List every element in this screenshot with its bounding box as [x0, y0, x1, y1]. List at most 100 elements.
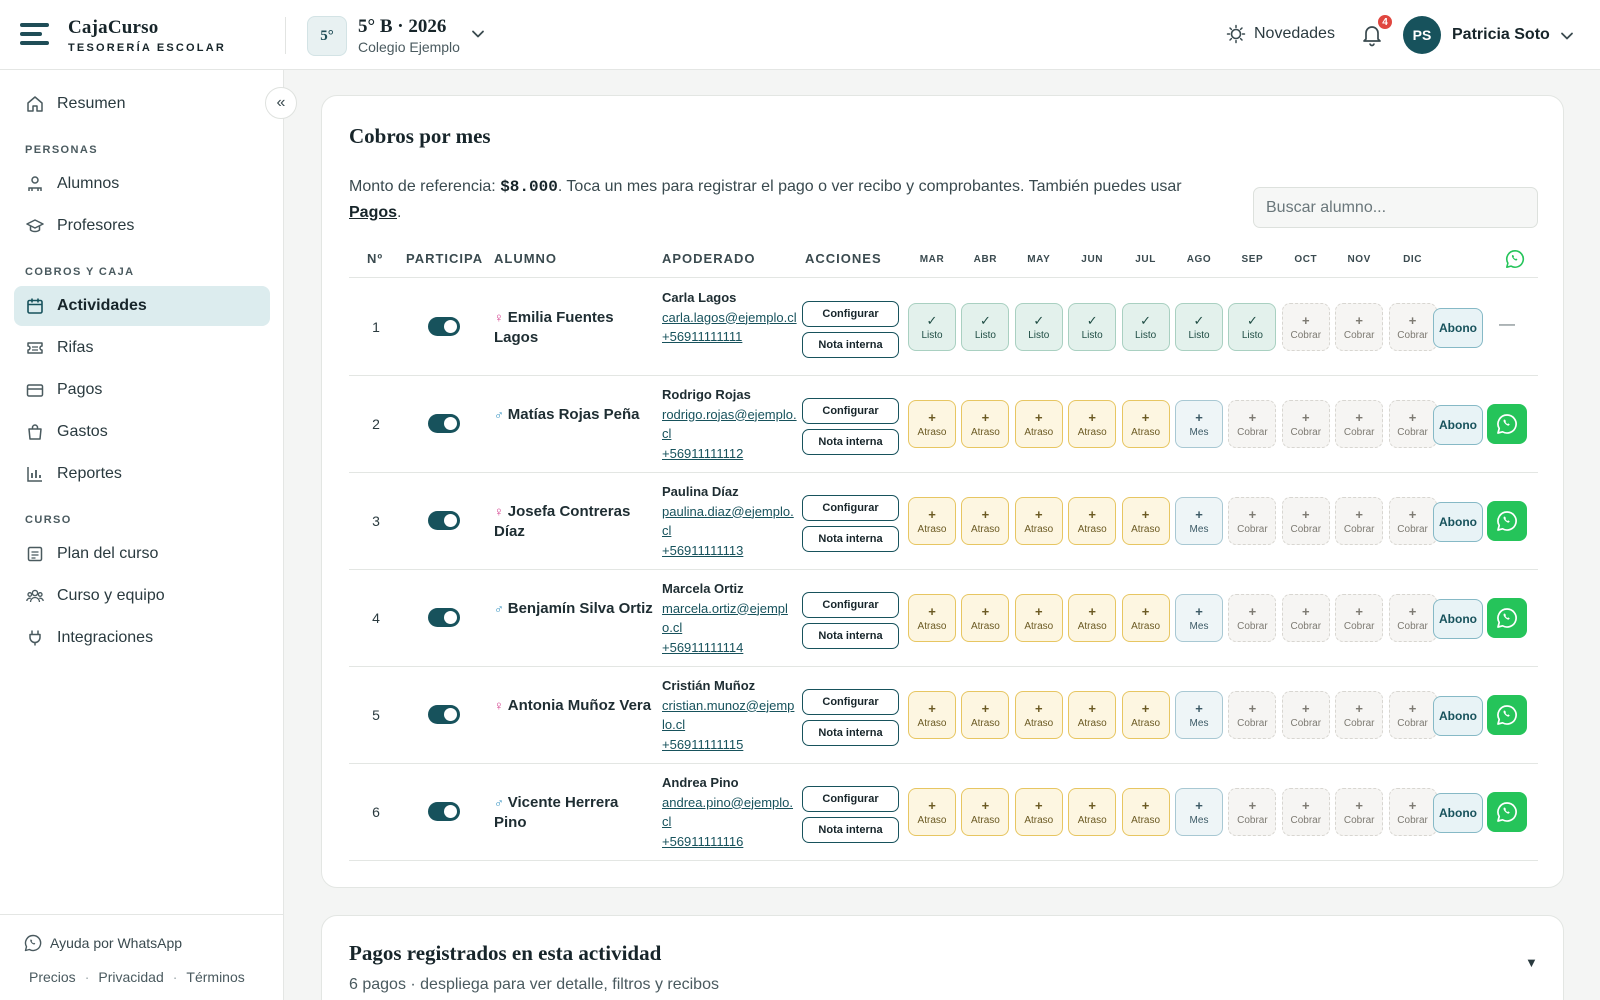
participa-toggle[interactable] [428, 414, 460, 433]
month-cell-ok[interactable]: ✓ Listo [1068, 303, 1117, 351]
internal-note-button[interactable]: Nota interna [802, 623, 899, 649]
guardian-email[interactable]: cristian.munoz@ejemplo.cl [662, 696, 797, 735]
configure-button[interactable]: Configurar [802, 592, 899, 618]
month-cell-due[interactable]: + Cobrar [1335, 400, 1384, 448]
guardian-phone[interactable]: +56911111111 [662, 327, 797, 347]
month-cell-due[interactable]: + Cobrar [1228, 788, 1277, 836]
abono-button[interactable]: Abono [1433, 599, 1483, 639]
terms-link[interactable]: Términos [186, 969, 244, 985]
month-cell-due[interactable]: + Cobrar [1281, 400, 1330, 448]
avatar[interactable]: PS [1403, 16, 1441, 54]
month-cell-late[interactable]: + Atraso [961, 400, 1010, 448]
guardian-phone[interactable]: +56911111112 [662, 444, 797, 464]
guardian-email[interactable]: rodrigo.rojas@ejemplo.cl [662, 405, 797, 444]
internal-note-button[interactable]: Nota interna [802, 526, 899, 552]
month-cell-mes[interactable]: + Mes [1175, 497, 1223, 545]
guardian-phone[interactable]: +56911111114 [662, 638, 797, 658]
internal-note-button[interactable]: Nota interna [802, 720, 899, 746]
month-cell-due[interactable]: + Cobrar [1388, 497, 1437, 545]
month-cell-late[interactable]: + Atraso [1121, 691, 1170, 739]
whatsapp-button[interactable] [1487, 501, 1527, 541]
month-cell-late[interactable]: + Atraso [961, 497, 1010, 545]
news-button[interactable]: Novedades [1226, 24, 1335, 44]
pricing-link[interactable]: Precios [29, 969, 76, 985]
guardian-phone[interactable]: +56911111116 [662, 832, 797, 852]
privacy-link[interactable]: Privacidad [98, 969, 163, 985]
month-cell-late[interactable]: + Atraso [1014, 691, 1063, 739]
abono-button[interactable]: Abono [1433, 308, 1483, 348]
participa-toggle[interactable] [428, 705, 460, 724]
month-cell-late[interactable]: + Atraso [1014, 788, 1063, 836]
month-cell-due[interactable]: + Cobrar [1228, 400, 1277, 448]
configure-button[interactable]: Configurar [802, 495, 899, 521]
month-cell-due[interactable]: + Cobrar [1281, 497, 1330, 545]
month-cell-mes[interactable]: + Mes [1175, 788, 1223, 836]
month-cell-due[interactable]: + Cobrar [1228, 594, 1277, 642]
menu-icon[interactable] [20, 23, 49, 45]
whatsapp-button[interactable] [1487, 598, 1527, 638]
whatsapp-help-link[interactable]: Ayuda por WhatsApp [24, 934, 182, 952]
internal-note-button[interactable]: Nota interna [802, 817, 899, 843]
whatsapp-button[interactable] [1487, 792, 1527, 832]
payments-link[interactable]: Pagos [349, 204, 397, 221]
internal-note-button[interactable]: Nota interna [802, 429, 899, 455]
sidebar-item-alumnos[interactable]: Alumnos [14, 164, 270, 204]
month-cell-late[interactable]: + Atraso [961, 691, 1010, 739]
sidebar-item-actividades[interactable]: Actividades [14, 286, 270, 326]
whatsapp-button[interactable] [1487, 404, 1527, 444]
month-cell-due[interactable]: + Cobrar [1388, 788, 1437, 836]
month-cell-due[interactable]: + Cobrar [1281, 594, 1330, 642]
month-cell-late[interactable]: + Atraso [1121, 594, 1170, 642]
month-cell-late[interactable]: + Atraso [1121, 400, 1170, 448]
month-cell-due[interactable]: + Cobrar [1335, 691, 1384, 739]
chevron-down-icon[interactable] [1560, 29, 1574, 43]
month-cell-due[interactable]: + Cobrar [1388, 303, 1437, 351]
month-cell-late[interactable]: + Atraso [1068, 691, 1117, 739]
month-cell-ok[interactable]: ✓ Listo [1175, 303, 1223, 351]
month-cell-ok[interactable]: ✓ Listo [961, 303, 1010, 351]
sidebar-item-gastos[interactable]: Gastos [14, 412, 270, 452]
user-name[interactable]: Patricia Soto [1452, 26, 1550, 44]
configure-button[interactable]: Configurar [802, 398, 899, 424]
chevron-down-icon[interactable] [471, 27, 485, 41]
expand-icon[interactable]: ▼ [1525, 955, 1538, 970]
month-cell-due[interactable]: + Cobrar [1388, 400, 1437, 448]
month-cell-late[interactable]: + Atraso [1068, 497, 1117, 545]
guardian-email[interactable]: andrea.pino@ejemplo.cl [662, 793, 797, 832]
abono-button[interactable]: Abono [1433, 793, 1483, 833]
month-cell-late[interactable]: + Atraso [1014, 400, 1063, 448]
guardian-phone[interactable]: +56911111115 [662, 735, 797, 755]
month-cell-due[interactable]: + Cobrar [1281, 788, 1330, 836]
participa-toggle[interactable] [428, 608, 460, 627]
month-cell-mes[interactable]: + Mes [1175, 400, 1223, 448]
month-cell-late[interactable]: + Atraso [1068, 400, 1117, 448]
sidebar-item-equipo[interactable]: Curso y equipo [14, 576, 270, 616]
course-title[interactable]: 5° B · 2026 [358, 16, 446, 38]
month-cell-due[interactable]: + Cobrar [1388, 594, 1437, 642]
participa-toggle[interactable] [428, 317, 460, 336]
month-cell-due[interactable]: + Cobrar [1335, 594, 1384, 642]
month-cell-ok[interactable]: ✓ Listo [1228, 303, 1277, 351]
month-cell-late[interactable]: + Atraso [961, 788, 1010, 836]
month-cell-mes[interactable]: + Mes [1175, 691, 1223, 739]
sidebar-item-rifas[interactable]: Rifas [14, 328, 270, 368]
sidebar-item-plan[interactable]: Plan del curso [14, 534, 270, 574]
month-cell-late[interactable]: + Atraso [1068, 594, 1117, 642]
sidebar-item-reportes[interactable]: Reportes [14, 454, 270, 494]
whatsapp-button[interactable] [1487, 695, 1527, 735]
sidebar-item-resumen[interactable]: Resumen [14, 84, 270, 124]
month-cell-late[interactable]: + Atraso [961, 594, 1010, 642]
month-cell-late[interactable]: + Atraso [1068, 788, 1117, 836]
month-cell-due[interactable]: + Cobrar [1228, 497, 1277, 545]
abono-button[interactable]: Abono [1433, 502, 1483, 542]
abono-button[interactable]: Abono [1433, 405, 1483, 445]
brand[interactable]: CajaCurso TESORERÍA ESCOLAR [68, 17, 226, 54]
month-cell-late[interactable]: + Atraso [908, 594, 956, 642]
month-cell-ok[interactable]: ✓ Listo [1121, 303, 1170, 351]
collapse-icon[interactable]: « [265, 87, 297, 119]
guardian-email[interactable]: carla.lagos@ejemplo.cl [662, 308, 797, 328]
month-cell-due[interactable]: + Cobrar [1335, 497, 1384, 545]
month-cell-ok[interactable]: ✓ Listo [1014, 303, 1063, 351]
sidebar-item-integraciones[interactable]: Integraciones [14, 618, 270, 658]
guardian-email[interactable]: paulina.diaz@ejemplo.cl [662, 502, 797, 541]
